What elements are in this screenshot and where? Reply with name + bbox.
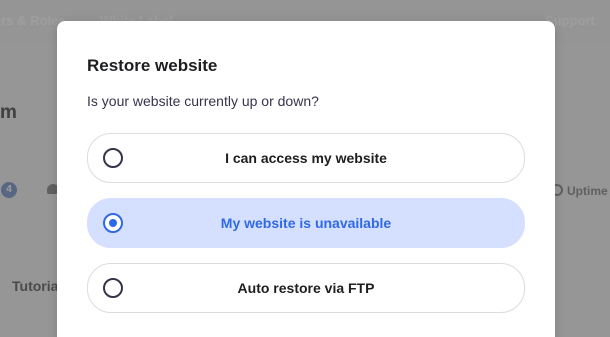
dialog-title: Restore website (87, 56, 218, 75)
option-label: I can access my website (225, 150, 387, 166)
option-website-unavailable[interactable]: My website is unavailable (87, 198, 525, 248)
restore-website-dialog: Restore website Is your website currentl… (57, 21, 555, 337)
dialog-question: Is your website currently up or down? (87, 93, 319, 109)
option-label: Auto restore via FTP (237, 280, 375, 296)
option-can-access-website[interactable]: I can access my website (87, 133, 525, 183)
option-label: My website is unavailable (220, 215, 392, 231)
option-auto-restore-ftp[interactable]: Auto restore via FTP (87, 263, 525, 313)
